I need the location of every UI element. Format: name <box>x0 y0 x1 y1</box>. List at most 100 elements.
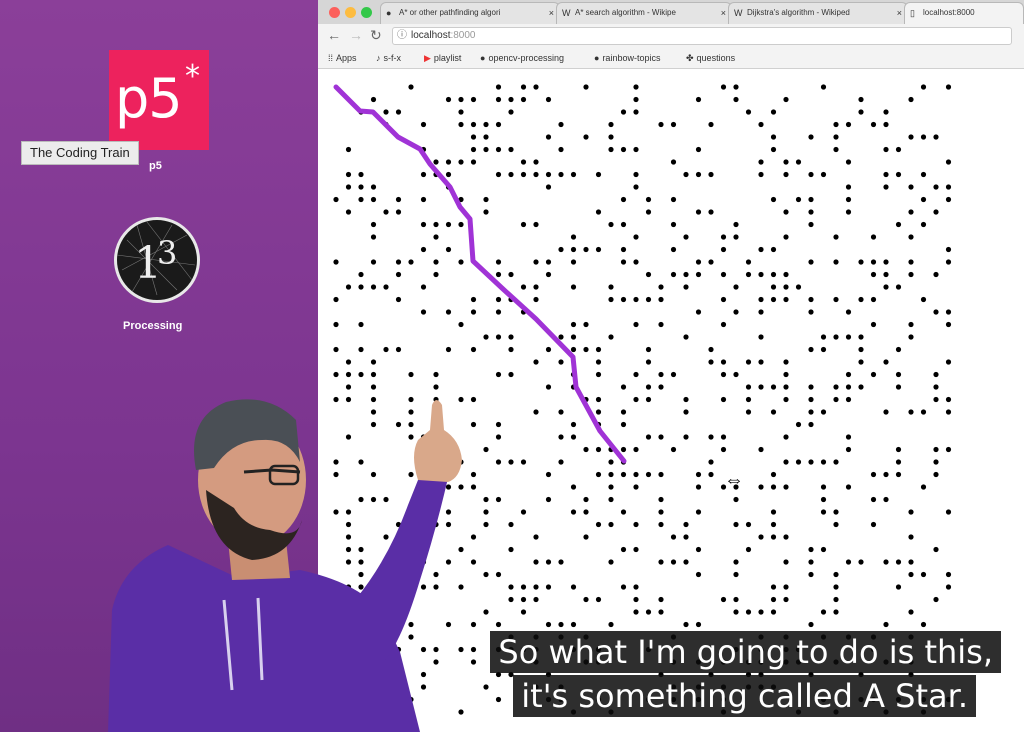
obstacle-dot <box>508 346 514 353</box>
bookmark-questions[interactable]: ✤ questions <box>686 51 735 65</box>
bookmark-rainbow[interactable]: ● rainbow-topics <box>594 51 660 65</box>
bookmark-apps[interactable]: ⁞⁞ Apps <box>328 51 357 65</box>
obstacle-dot <box>383 559 389 565</box>
obstacle-dot <box>433 271 439 278</box>
obstacle-dot <box>783 534 789 540</box>
obstacle-dot <box>633 96 639 103</box>
obstacle-dot <box>433 234 439 240</box>
obstacle-dot <box>783 359 789 365</box>
obstacle-dot <box>770 584 777 590</box>
obstacle-dot <box>933 446 939 453</box>
obstacle-dot <box>770 521 777 528</box>
bookmark-sfx[interactable]: ♪ s-f-x <box>376 51 401 65</box>
obstacle-dot <box>545 346 552 353</box>
obstacle-dot <box>658 509 664 515</box>
obstacle-dot <box>895 171 902 178</box>
obstacle-dot <box>858 346 864 353</box>
obstacle-dot <box>833 384 839 390</box>
obstacle-dot <box>445 509 452 515</box>
astar-path <box>333 84 627 464</box>
obstacle-dot <box>333 709 339 715</box>
obstacle-dot <box>395 534 402 540</box>
tab-astar-github[interactable]: ● A* or other pathfinding algori × <box>380 2 560 24</box>
obstacle-dot <box>758 171 764 178</box>
obstacle-dot <box>595 521 602 528</box>
bookmark-playlist[interactable]: ▶ playlist <box>424 51 461 65</box>
obstacle-dot <box>395 709 402 715</box>
obstacle-dot <box>833 234 839 240</box>
obstacle-dot <box>445 434 452 440</box>
obstacle-dot <box>570 621 577 628</box>
tab-dijkstra-wikipedia[interactable]: W Dijkstra's algorithm - Wikiped × <box>728 2 908 24</box>
obstacle-dot <box>733 521 739 528</box>
obstacle-dot <box>445 559 452 565</box>
close-tab-icon[interactable]: × <box>549 3 554 23</box>
obstacle-dot <box>808 209 814 215</box>
obstacle-dot <box>358 371 364 378</box>
obstacle-dot <box>783 371 789 378</box>
close-tab-icon[interactable]: × <box>721 3 726 23</box>
obstacle-dot <box>908 509 914 515</box>
obstacle-dot <box>433 396 439 403</box>
processing-app-icon[interactable]: 1 3 <box>114 217 200 303</box>
obstacle-dot <box>520 509 527 515</box>
obstacle-dot <box>483 209 489 215</box>
p5-app-icon[interactable]: p5 * <box>109 50 209 150</box>
obstacle-dot <box>845 209 852 215</box>
tab-localhost[interactable]: ▯ localhost:8000 <box>904 2 1024 24</box>
obstacle-dot <box>820 84 827 90</box>
obstacle-dot <box>670 559 677 565</box>
obstacle-dot <box>345 384 352 390</box>
obstacle-dot <box>720 271 727 278</box>
obstacle-dot <box>620 409 627 415</box>
back-icon[interactable]: ← <box>327 28 341 42</box>
maximize-window-button[interactable] <box>361 7 372 18</box>
obstacle-dot <box>358 284 364 290</box>
reload-icon[interactable]: ↻ <box>370 28 382 42</box>
obstacle-dot <box>370 396 377 403</box>
obstacle-dot <box>583 134 589 140</box>
address-bar[interactable]: ⓘ localhost:8000 <box>392 27 1012 45</box>
obstacle-dot <box>345 284 352 290</box>
obstacle-dot <box>920 621 927 628</box>
tab-label: A* search algorithm - Wikipe <box>575 8 676 17</box>
obstacle-dot <box>520 159 527 165</box>
obstacle-dot <box>808 221 814 228</box>
resize-cursor-icon: ⇔ <box>724 469 744 491</box>
obstacle-dot <box>470 396 477 403</box>
obstacle-dot <box>533 296 539 303</box>
obstacle-dot <box>770 596 777 603</box>
obstacle-dot <box>758 159 764 165</box>
obstacle-dot <box>508 521 514 528</box>
obstacle-dot <box>833 584 839 590</box>
obstacle-dot <box>920 221 927 228</box>
obstacle-dot <box>433 221 439 228</box>
obstacle-dot <box>858 96 864 103</box>
info-icon[interactable]: ⓘ <box>397 28 407 44</box>
obstacle-dot <box>845 446 852 453</box>
tab-astar-wikipedia[interactable]: W A* search algorithm - Wikipe × <box>556 2 732 24</box>
obstacle-dot <box>433 384 439 390</box>
obstacle-dot <box>645 271 652 278</box>
close-tab-icon[interactable]: × <box>897 3 902 23</box>
obstacle-dot <box>908 571 914 578</box>
obstacle-dot <box>545 621 552 628</box>
obstacle-dot <box>595 596 602 603</box>
obstacle-dot <box>620 146 627 153</box>
obstacle-dot <box>558 621 564 628</box>
obstacle-dot <box>533 559 539 565</box>
obstacle-dot <box>783 159 789 165</box>
forward-icon[interactable]: → <box>349 28 363 42</box>
obstacle-dot <box>658 321 664 328</box>
minimize-window-button[interactable] <box>345 7 356 18</box>
obstacle-dot <box>470 309 477 315</box>
bookmark-opencv[interactable]: ● opencv-processing <box>480 51 564 65</box>
obstacle-dot <box>670 271 677 278</box>
obstacle-dot <box>570 284 577 290</box>
obstacle-dot <box>608 134 614 140</box>
close-window-button[interactable] <box>329 7 340 18</box>
obstacle-dot <box>895 471 902 478</box>
obstacle-dot <box>758 121 764 128</box>
obstacle-dot <box>483 571 489 578</box>
obstacle-dot <box>683 559 689 565</box>
